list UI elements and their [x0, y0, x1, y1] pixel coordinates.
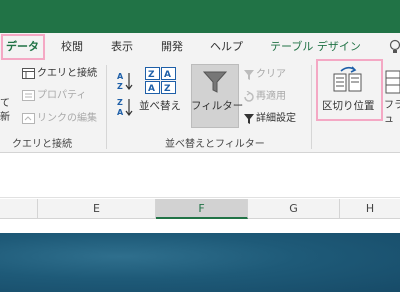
flash-fill-label-2[interactable]: ュ	[384, 113, 394, 127]
filter-label[interactable]: フィルター	[191, 99, 243, 113]
tab-review[interactable]: 校閲	[61, 38, 83, 56]
svg-text:A: A	[164, 70, 171, 80]
sort-ascending-icon[interactable]: A Z	[117, 71, 133, 91]
tab-data-highlight	[1, 34, 45, 60]
advanced-button[interactable]: 詳細設定	[256, 112, 296, 126]
sort-filter-group-label: 並べ替えとフィルター	[165, 139, 265, 150]
properties-icon	[22, 90, 35, 101]
svg-text:A: A	[148, 84, 155, 94]
sort-button[interactable]: 並べ替え	[139, 99, 181, 113]
group-separator	[311, 65, 312, 149]
background-image	[0, 233, 400, 292]
edit-links-button[interactable]: リンクの編集	[37, 112, 97, 126]
ribbon-tab-bar: データ 校閲 表示 開発 ヘルプ テーブル デザイン	[0, 33, 400, 61]
group-separator	[106, 65, 107, 149]
queries-connections-icon	[22, 68, 35, 79]
reapply-icon	[244, 91, 254, 102]
column-header-g[interactable]: G	[248, 199, 340, 219]
column-header-f[interactable]: F	[156, 199, 248, 219]
sort-descending-icon[interactable]: Z A	[117, 97, 133, 117]
svg-text:Z: Z	[117, 82, 123, 91]
partial-button-label[interactable]: て	[0, 97, 10, 111]
edit-links-icon	[22, 113, 35, 124]
properties-button[interactable]: プロパティ	[37, 89, 86, 103]
tab-help[interactable]: ヘルプ	[210, 38, 243, 56]
ribbon-panel: て 新 クエリと接続 プロパティ リンクの編集 クエリと接続 A Z Z A Z…	[0, 59, 400, 153]
flash-fill-label[interactable]: フラッ	[384, 99, 400, 113]
advanced-filter-icon	[244, 114, 254, 124]
svg-text:Z: Z	[148, 70, 155, 80]
flash-fill-icon[interactable]	[385, 70, 400, 94]
tab-developer[interactable]: 開発	[161, 38, 183, 56]
queries-connections-button[interactable]: クエリと接続	[37, 67, 97, 81]
svg-text:A: A	[117, 72, 124, 81]
tab-view[interactable]: 表示	[111, 38, 133, 56]
sort-dialog-icon[interactable]: Z A A Z	[145, 67, 177, 95]
worksheet-cells[interactable]	[0, 219, 400, 233]
partial-button-label-2[interactable]: 新	[0, 111, 10, 125]
reapply-button[interactable]: 再適用	[256, 90, 286, 104]
clear-button[interactable]: クリア	[256, 68, 286, 82]
title-bar	[0, 0, 400, 33]
svg-text:Z: Z	[117, 98, 123, 107]
text-to-columns-icon[interactable]	[333, 66, 363, 94]
queries-group-label: クエリと接続	[12, 139, 72, 150]
text-to-columns-button[interactable]: 区切り位置	[322, 99, 375, 113]
tab-table-design[interactable]: テーブル デザイン	[270, 38, 361, 56]
clear-filter-icon	[244, 70, 254, 80]
lightbulb-icon[interactable]	[388, 39, 400, 55]
column-headers: E F G H	[0, 199, 400, 219]
formula-bar-area[interactable]	[0, 154, 400, 198]
svg-text:Z: Z	[164, 84, 171, 94]
column-header-partial[interactable]	[0, 199, 38, 219]
column-header-h[interactable]: H	[340, 199, 400, 219]
svg-text:A: A	[117, 108, 124, 117]
filter-funnel-icon	[203, 71, 227, 93]
column-header-e[interactable]: E	[38, 199, 156, 219]
